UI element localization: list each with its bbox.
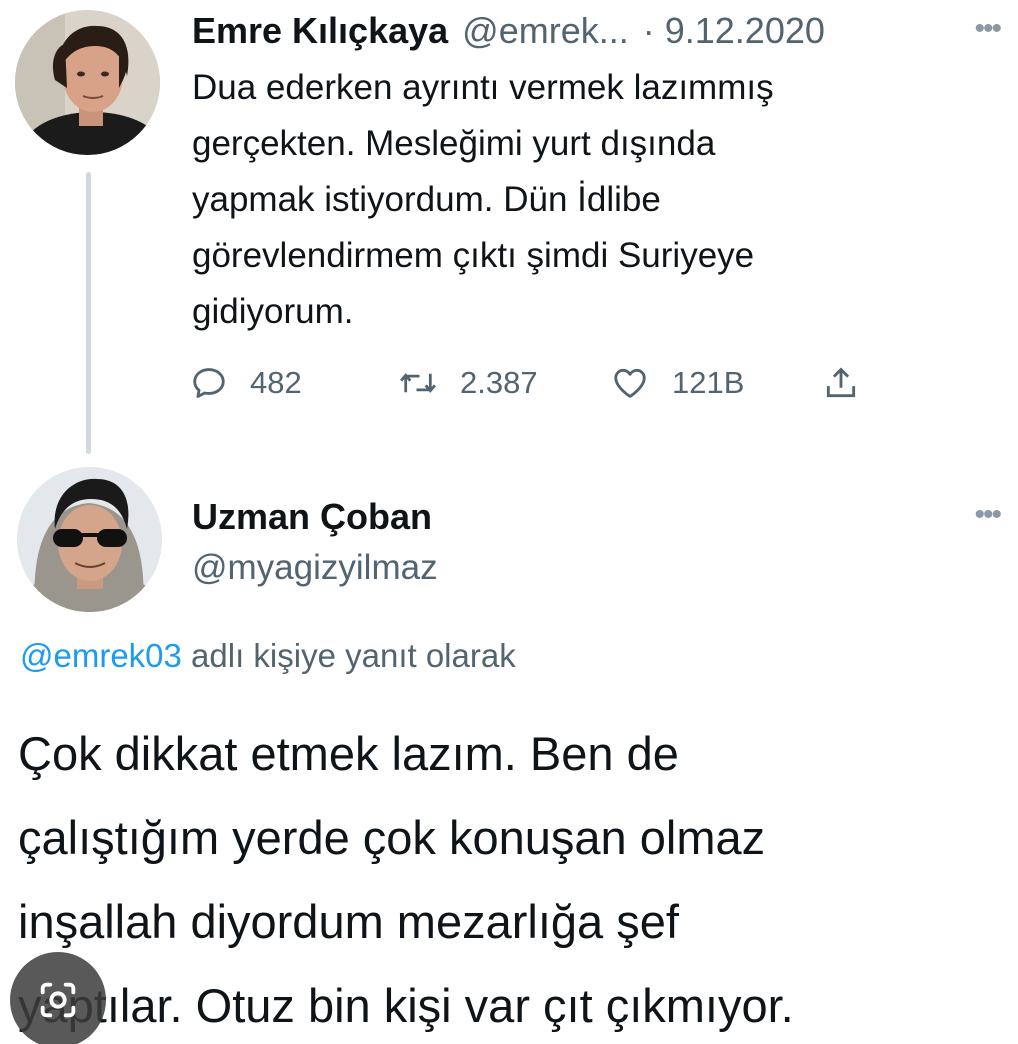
lens-camera-button[interactable] (10, 952, 106, 1044)
avatar-uzman[interactable] (17, 467, 162, 612)
replying-to-line: @emrek03 adlı kişiye yanıt olarak (20, 637, 516, 675)
tweet1-line: Dua ederken ayrıntı vermek lazımmış (192, 68, 774, 107)
tweet2-author-name[interactable]: Uzman Çoban (192, 496, 432, 538)
tweet1-author-name[interactable]: Emre Kılıçkaya (192, 10, 448, 52)
retweet-icon (400, 373, 436, 393)
retweet-count: 2.387 (460, 365, 538, 400)
more-dots-icon[interactable]: ••• (974, 14, 1001, 44)
tweet1-date[interactable]: · 9.12.2020 (643, 10, 825, 52)
tweet1-line: görevlendirmem çıktı şimdi Suriyeye (192, 236, 755, 275)
tweet1-line: gerçekten. Mesleğimi yurt dışında (192, 124, 716, 163)
tweet1-line: gidiyorum. (192, 292, 354, 331)
tweet2-line: inşallah diyordum mezarlığa şef (18, 895, 679, 948)
tweet2-line: yaptılar. Otuz bin kişi var çıt çıkmıyor… (18, 979, 794, 1032)
reply-button[interactable]: 482 (190, 355, 302, 411)
tweet1-line: yapmak istiyordum. Dün İdlibe (192, 180, 661, 219)
avatar-emre[interactable] (15, 10, 160, 155)
speech-bubble-icon (193, 368, 225, 398)
tweet1-text: Dua ederken ayrıntı vermek lazımmış gerç… (192, 60, 952, 340)
reply-count: 482 (250, 365, 302, 400)
reply-to-label: adlı kişiye yanıt olarak (181, 637, 516, 674)
thread-connector-line (86, 172, 91, 454)
more-dots-icon[interactable]: ••• (974, 500, 1001, 530)
like-button[interactable]: 121B (610, 355, 744, 411)
tweet2-line: Çok dikkat etmek lazım. Ben de (18, 727, 679, 780)
tweet2-author-handle[interactable]: @myagizyilmaz (192, 548, 438, 588)
retweet-button[interactable]: 2.387 (398, 355, 538, 411)
share-button[interactable] (822, 355, 860, 411)
reply-mention-link[interactable]: @emrek03 (20, 637, 182, 674)
tweet1-action-bar: 482 2.387 121B (190, 355, 890, 411)
heart-icon (614, 368, 646, 398)
share-upload-icon (826, 367, 856, 398)
tweet1-header: Emre Kılıçkaya @emrek... · 9.12.2020 (192, 8, 998, 54)
tweet1-author-handle[interactable]: @emrek... (462, 10, 629, 52)
like-count: 121B (672, 365, 745, 400)
tweet2-text: Çok dikkat etmek lazım. Ben de çalıştığı… (18, 712, 1008, 1044)
tweet2-line: çalıştığım yerde çok konuşan olmaz (18, 811, 766, 864)
lens-camera-icon (40, 982, 76, 1018)
